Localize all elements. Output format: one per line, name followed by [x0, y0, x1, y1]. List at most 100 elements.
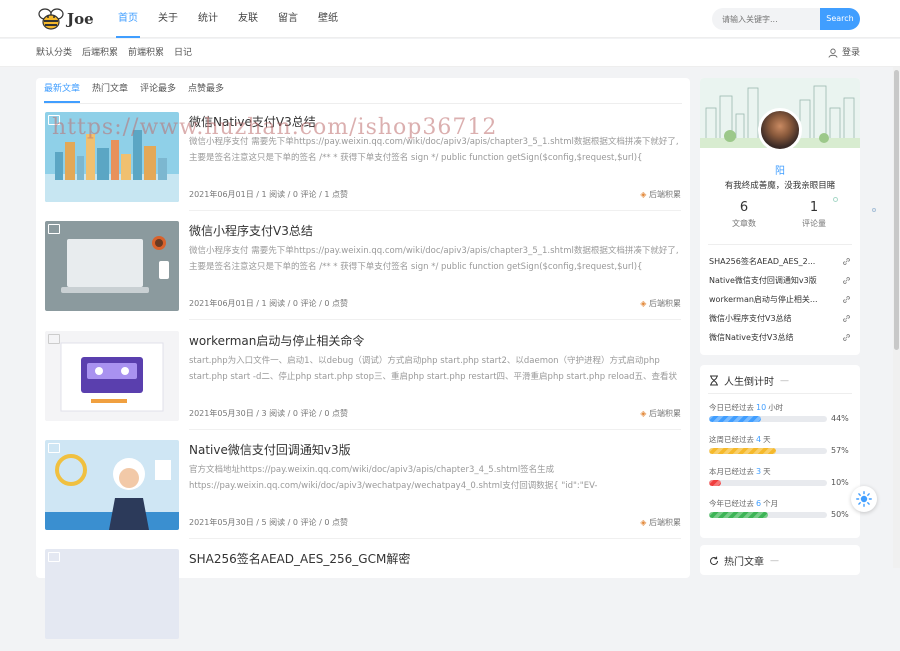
tab-hot[interactable]: 热门文章 — [92, 78, 128, 102]
countdown-value: 10 — [756, 403, 767, 412]
tab-most-comments[interactable]: 评论最多 — [140, 78, 176, 102]
search-input[interactable] — [712, 8, 820, 30]
site-logo[interactable]: Joe — [38, 7, 94, 31]
countdown-label: 这周已经过去 4 天 — [709, 434, 851, 446]
title-dash: — — [780, 375, 789, 386]
nav-friends[interactable]: 友联 — [228, 0, 268, 38]
countdown-progress-bar — [709, 512, 827, 518]
title-dash: — — [770, 555, 779, 566]
article-title[interactable]: SHA256签名AEAD_AES_256_GCM解密 — [189, 550, 410, 567]
article-item[interactable]: 微信Native支付V3总结 微信小程序支付 需要先下单https://pay.… — [45, 104, 681, 214]
layers-icon: ◈ — [640, 409, 649, 418]
article-title[interactable]: 微信小程序支付V3总结 — [189, 222, 313, 239]
article-tabs: 最新文章 热门文章 评论最多 点赞最多 — [44, 78, 236, 103]
article-category-label: 后端积累 — [649, 518, 681, 527]
recent-post-item[interactable]: SHA256签名AEAD_AES_2... — [709, 252, 851, 271]
article-title[interactable]: workerman启动与停止相关命令 — [189, 332, 364, 349]
countdown-unit: 小时 — [768, 403, 784, 412]
article-thumbnail[interactable] — [45, 331, 179, 421]
countdown-percent: 10% — [831, 478, 849, 487]
decorative-dot — [833, 197, 838, 202]
category-nav: 默认分类 后端积累 前端积累 日记 — [36, 39, 202, 67]
countdown-progress-fill — [709, 416, 761, 422]
link-icon — [842, 333, 851, 342]
recent-post-item[interactable]: 微信Native支付V3总结 — [709, 328, 851, 347]
article-divider — [189, 319, 681, 320]
article-item[interactable]: SHA256签名AEAD_AES_256_GCM解密 — [45, 541, 681, 651]
article-excerpt: 官方文档地址https://pay.weixin.qq.com/wiki/doc… — [189, 465, 598, 491]
category-frontend[interactable]: 前端积累 — [128, 39, 164, 67]
article-divider — [189, 429, 681, 430]
article-thumbnail[interactable] — [45, 440, 179, 530]
article-excerpt: 微信小程序支付 需要先下单https://pay.weixin.qq.com/w… — [189, 246, 679, 272]
article-divider — [189, 538, 681, 539]
countdown-percent: 50% — [831, 510, 849, 519]
article-item[interactable]: Native微信支付回调通知v3版 官方文档地址https://pay.weix… — [45, 432, 681, 542]
image-icon — [48, 334, 60, 344]
author-motto: 有我终成善魔，没我亲眼目睹 — [724, 181, 836, 191]
article-category-label: 后端积累 — [649, 190, 681, 199]
countdown-progress-bar — [709, 416, 827, 422]
article-title[interactable]: Native微信支付回调通知v3版 — [189, 441, 351, 458]
article-item[interactable]: 微信小程序支付V3总结 微信小程序支付 需要先下单https://pay.wei… — [45, 213, 681, 323]
nav-wallpaper[interactable]: 壁纸 — [308, 0, 348, 38]
article-title[interactable]: 微信Native支付V3总结 — [189, 113, 316, 130]
countdown-progress-fill — [709, 448, 777, 454]
image-icon — [48, 552, 60, 562]
cassette-image — [45, 331, 179, 421]
laptop-image — [45, 221, 179, 311]
article-category[interactable]: ◈ 后端积累 — [640, 408, 681, 419]
article-meta: 2021年06月01日 / 1 阅读 / 0 评论 / 1 点赞 — [189, 190, 348, 199]
post-count: 6 — [739, 200, 749, 215]
recent-post-item[interactable]: workerman启动与停止相关... — [709, 290, 851, 309]
hourglass-icon — [710, 375, 718, 386]
hot-posts-header: 热门文章 — — [709, 553, 779, 568]
article-list-panel: 最新文章 热门文章 评论最多 点赞最多 微信Native支付V3总结 微信小程序… — [36, 78, 690, 639]
countdown-unit: 天 — [763, 435, 771, 444]
article-item[interactable]: workerman启动与停止相关命令 start.php为入口文件一、启动1、以… — [45, 323, 681, 433]
recent-post-item[interactable]: 微信小程序支付V3总结 — [709, 309, 851, 328]
nav-home[interactable]: 首页 — [108, 0, 148, 38]
recent-post-item[interactable]: Native微信支付回调通知v3版 — [709, 271, 851, 290]
login-label: 登录 — [842, 48, 861, 58]
countdown-percent: 44% — [831, 414, 849, 423]
nav-about[interactable]: 关于 — [148, 0, 188, 38]
scrollbar-thumb[interactable] — [894, 70, 899, 350]
countdown-progress-fill — [709, 512, 768, 518]
tab-latest[interactable]: 最新文章 — [44, 78, 81, 103]
search-button[interactable]: Search — [820, 8, 860, 30]
article-category[interactable]: ◈ 后端积累 — [640, 189, 681, 200]
author-card: 阳 有我终成善魔，没我亲眼目睹 6 文章数 1 评论量 SHA256签名AEAD… — [700, 78, 860, 355]
link-icon — [842, 314, 851, 323]
countdown-progress-bar — [709, 480, 827, 486]
bee-logo-icon — [38, 8, 64, 30]
link-icon — [842, 257, 851, 266]
layers-icon: ◈ — [640, 299, 649, 308]
hot-posts-card: 热门文章 — — [700, 545, 860, 575]
refresh-icon — [710, 556, 719, 565]
nav-stats[interactable]: 统计 — [188, 0, 228, 38]
top-navbar: Joe 首页 关于 统计 友联 留言 壁纸 Search — [0, 0, 900, 38]
login-link[interactable]: 登录 — [828, 39, 860, 67]
article-thumbnail[interactable] — [45, 221, 179, 311]
nav-messages[interactable]: 留言 — [268, 0, 308, 38]
author-name[interactable]: 阳 — [700, 162, 860, 177]
category-backend[interactable]: 后端积累 — [82, 39, 118, 67]
category-diary[interactable]: 日记 — [174, 39, 192, 67]
article-meta: 2021年05月30日 / 5 阅读 / 0 评论 / 0 点赞 — [189, 518, 348, 527]
article-thumbnail[interactable] — [45, 549, 179, 639]
theme-toggle-button[interactable] — [851, 486, 877, 512]
countdown-row: 今日已经过去 10 小时 44% — [709, 402, 851, 423]
article-category[interactable]: ◈ 后端积累 — [640, 517, 681, 528]
article-category[interactable]: ◈ 后端积累 — [640, 298, 681, 309]
article-thumbnail[interactable] — [45, 112, 179, 202]
tab-most-likes[interactable]: 点赞最多 — [188, 78, 224, 102]
article-excerpt: start.php为入口文件一、启动1、以debug（调试）方式启动php st… — [189, 356, 678, 382]
avatar[interactable] — [758, 108, 802, 152]
category-default[interactable]: 默认分类 — [36, 39, 72, 67]
countdown-value: 6 — [756, 499, 762, 508]
comment-count-stat: 1 评论量 — [784, 200, 844, 229]
countdown-header: 人生倒计时 — — [709, 373, 789, 388]
countdown-value: 4 — [756, 435, 762, 444]
countdown-progress-fill — [709, 480, 721, 486]
